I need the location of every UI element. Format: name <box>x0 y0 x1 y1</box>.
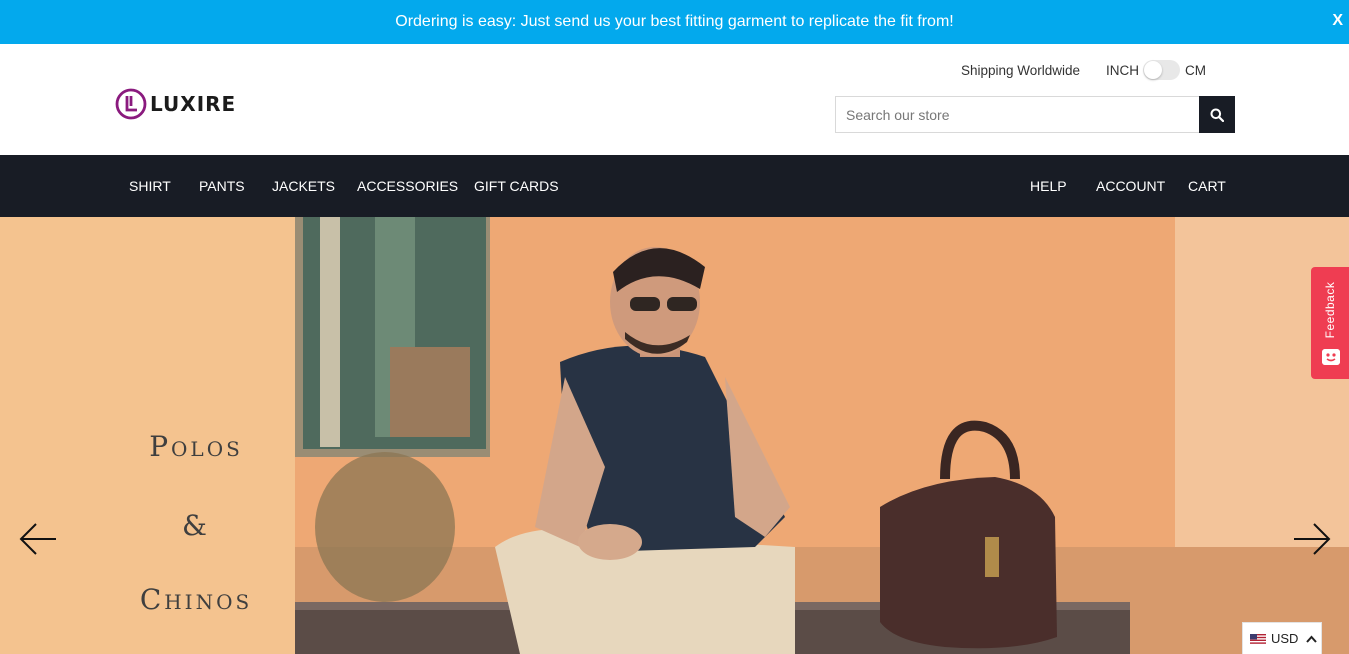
main-nav: SHIRT PANTS JACKETS ACCESSORIES GIFT CAR… <box>0 155 1349 217</box>
nav-item-jackets[interactable]: JACKETS <box>272 178 335 194</box>
unit-inch-label: INCH <box>1106 63 1139 78</box>
unit-toggle[interactable] <box>1143 60 1180 80</box>
hero-text-panel: Polos & Chinos <box>0 217 295 654</box>
currency-code: USD <box>1271 631 1299 646</box>
nav-item-accessories[interactable]: ACCESSORIES <box>357 178 458 194</box>
search-input[interactable] <box>835 96 1200 133</box>
logo[interactable]: LUXIRE <box>115 88 236 120</box>
shipping-worldwide-text: Shipping Worldwide <box>961 63 1081 78</box>
us-flag-icon <box>1250 633 1266 644</box>
site-header: LUXIRE Shipping Worldwide INCH CM <box>0 44 1349 155</box>
logo-mark-icon <box>115 88 147 120</box>
nav-item-help[interactable]: HELP <box>1030 178 1067 194</box>
unit-toggle-knob <box>1144 61 1162 79</box>
arrow-right-icon[interactable] <box>1292 521 1332 557</box>
nav-item-account[interactable]: ACCOUNT <box>1096 178 1165 194</box>
nav-item-gift-cards[interactable]: GIFT CARDS <box>474 178 559 194</box>
smiley-icon <box>1322 349 1340 365</box>
unit-cm-label: CM <box>1185 63 1206 78</box>
announcement-bar: Ordering is easy: Just send us your best… <box>0 0 1349 44</box>
hero-slideshow: Polos & Chinos <box>0 217 1349 654</box>
arrow-left-icon[interactable] <box>18 521 58 557</box>
search-icon <box>1210 108 1224 122</box>
search-button[interactable] <box>1199 96 1235 133</box>
nav-item-shirt[interactable]: SHIRT <box>129 178 171 194</box>
nav-item-pants[interactable]: PANTS <box>199 178 245 194</box>
feedback-tab[interactable]: Feedback <box>1311 267 1349 379</box>
nav-item-cart[interactable]: CART <box>1188 178 1226 194</box>
announcement-close-button[interactable]: X <box>1332 12 1343 30</box>
currency-selector[interactable]: USD <box>1242 622 1322 654</box>
announcement-text: Ordering is easy: Just send us your best… <box>395 13 954 30</box>
hero-photo <box>295 217 1349 654</box>
chevron-up-icon <box>1306 635 1318 643</box>
feedback-label: Feedback <box>1323 281 1337 339</box>
logo-text: LUXIRE <box>150 92 237 116</box>
